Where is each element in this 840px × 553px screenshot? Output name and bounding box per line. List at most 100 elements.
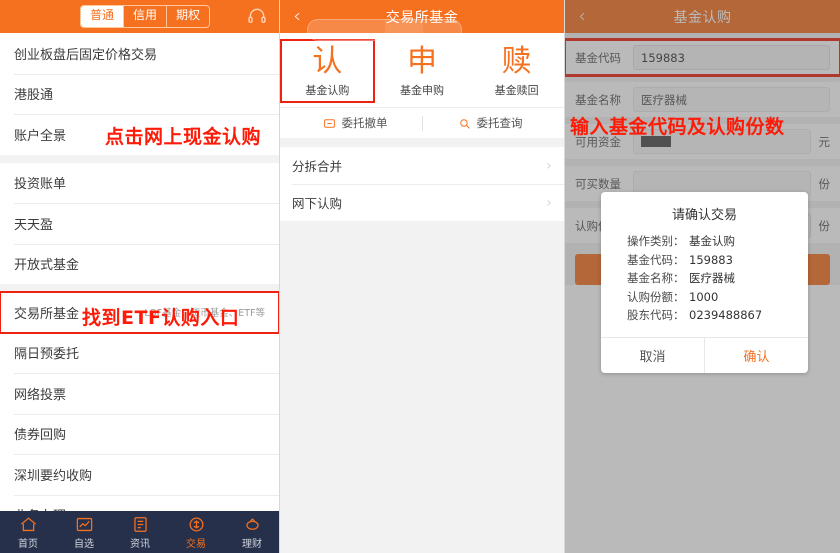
- dialog-title: 请确认交易: [671, 208, 737, 223]
- menu-item-label: 创业板盘后固定价格交易: [14, 47, 158, 63]
- menu-item-label: 天天盈: [14, 217, 54, 233]
- menu-item-label: 网络投票: [14, 387, 67, 403]
- link-label: 委托查询: [476, 116, 523, 130]
- list-group-separator: [280, 138, 564, 147]
- dialog-row-value: 医疗器械: [689, 271, 735, 285]
- row-split-merge[interactable]: 分拆合并 ›: [280, 147, 564, 184]
- dialog-row-value: 159883: [689, 252, 733, 267]
- menu-item-shenzhen-tender-offer[interactable]: 深圳要约收购: [0, 454, 279, 495]
- annotation-input-code: 输入基金代码及认购份数: [570, 116, 785, 138]
- row-offline-subscription[interactable]: 网下认购 ›: [280, 184, 564, 221]
- segment-options[interactable]: 期权: [167, 6, 209, 26]
- mid-panel-body: 分拆合并 › 网下认购 ›: [280, 138, 564, 553]
- chevron-right-icon: ›: [546, 157, 552, 174]
- tab-label: 交易: [186, 538, 206, 550]
- tab-fund-redemption[interactable]: 赎 基金赎回: [469, 39, 564, 103]
- trade-icon: [168, 515, 224, 534]
- mid-panel-exchange-fund: ‹ 交易所基金 认 基金认购 申 基金申购 赎 基金赎回 委托撤单 委托查询 分…: [280, 0, 565, 553]
- dialog-row-operation-type: 操作类别： 基金认购: [627, 232, 808, 251]
- menu-item-label: 港股通: [14, 88, 54, 104]
- tab-fund-purchase[interactable]: 申 基金申购: [375, 39, 470, 103]
- menu-item-online-voting[interactable]: 网络投票: [0, 373, 279, 414]
- chart-icon: [56, 515, 112, 534]
- right-panel-fund-subscription: ‹ 基金认购 基金代码 159883 基金名称 医疗器械 可用资金 元 可买数量: [565, 0, 840, 553]
- tab-label: 自选: [74, 538, 94, 550]
- mid-panel-header: ‹ 交易所基金: [280, 0, 564, 45]
- menu-item-label: 深圳要约收购: [14, 468, 93, 484]
- dialog-row-value: 1000: [689, 289, 719, 304]
- left-panel-header: 普通 信用 期权: [0, 0, 279, 33]
- dialog-row-key: 操作类别：: [627, 234, 685, 248]
- link-cancel-order[interactable]: 委托撤单: [322, 115, 388, 131]
- row-label: 网下认购: [292, 196, 343, 211]
- dialog-row-value: 0239488867: [689, 308, 763, 322]
- confirm-button[interactable]: 确认: [704, 337, 808, 373]
- row-label: 分拆合并: [292, 159, 343, 174]
- trade-menu-list: 创业板盘后固定价格交易 港股通 账户全景 投资账单 天天盈 开放式基金 交易所基…: [0, 33, 279, 553]
- home-icon: [0, 515, 56, 534]
- menu-item-open-end-fund[interactable]: 开放式基金: [0, 243, 279, 284]
- dialog-row-key: 股东代码：: [627, 308, 685, 322]
- news-icon: [112, 515, 168, 534]
- bottom-tab-bar: 首页 自选 资讯 交易 理财: [0, 511, 279, 553]
- menu-item-next-day-order[interactable]: 隔日预委托: [0, 332, 279, 373]
- order-shortcut-links: 委托撤单 委托查询: [280, 107, 564, 138]
- dialog-actions: 取消 确认: [601, 336, 808, 373]
- menu-item-tiantianying[interactable]: 天天盈: [0, 203, 279, 244]
- dialog-row-subscription-shares: 认购份额： 1000: [627, 288, 808, 307]
- tab-label: 首页: [18, 538, 38, 550]
- tab-wealth[interactable]: 理财: [224, 515, 279, 550]
- segment-credit[interactable]: 信用: [124, 6, 168, 27]
- screenshot-root: 普通 信用 期权 创业板盘后固定价格交易 港股通 账户全景 投资账单 天天盈 开…: [0, 0, 840, 553]
- link-label: 委托撤单: [341, 116, 388, 130]
- menu-item-label: 交易所基金: [14, 306, 80, 322]
- piggybank-icon: [224, 515, 279, 534]
- dialog-body: 操作类别： 基金认购 基金代码： 159883 基金名称： 医疗器械 认购份额：…: [601, 232, 808, 337]
- tab-caption: 基金认购: [305, 84, 350, 97]
- menu-item-label: 隔日预委托: [14, 347, 80, 363]
- tab-glyph: 认: [312, 44, 343, 79]
- tab-glyph: 赎: [501, 44, 532, 79]
- dialog-row-fund-code: 基金代码： 159883: [627, 251, 808, 270]
- dialog-row-value: 基金认购: [689, 234, 735, 248]
- tab-watchlist[interactable]: 自选: [56, 515, 112, 550]
- dialog-row-key: 认购份额：: [627, 289, 685, 304]
- menu-item-label: 投资账单: [14, 177, 67, 193]
- list-group-separator: [0, 284, 279, 292]
- tab-trade[interactable]: 交易: [168, 515, 224, 550]
- dialog-row-shareholder-code: 股东代码： 0239488867: [627, 306, 808, 325]
- left-panel-trade-menu: 普通 信用 期权 创业板盘后固定价格交易 港股通 账户全景 投资账单 天天盈 开…: [0, 0, 280, 553]
- tab-caption: 基金赎回: [494, 84, 539, 97]
- menu-item-label: 账户全景: [14, 128, 67, 144]
- segment-normal[interactable]: 普通: [81, 6, 125, 27]
- headset-icon[interactable]: [247, 6, 267, 26]
- list-group-separator: [0, 154, 279, 163]
- dialog-row-fund-name: 基金名称： 医疗器械: [627, 269, 808, 288]
- tab-fund-subscription[interactable]: 认 基金认购: [280, 39, 375, 103]
- menu-item-label: 债券回购: [14, 428, 67, 444]
- menu-item-label: 开放式基金: [14, 258, 80, 274]
- menu-item-investment-statement[interactable]: 投资账单: [0, 162, 279, 203]
- link-divider: [421, 115, 423, 131]
- search-order-icon: [457, 117, 472, 130]
- annotation-etf-entry: 找到ETF认购入口: [82, 307, 240, 329]
- chevron-right-icon: ›: [546, 194, 552, 211]
- account-type-segmented-control[interactable]: 普通 信用 期权: [80, 5, 211, 28]
- confirm-trade-dialog: 请确认交易 操作类别： 基金认购 基金代码： 159883 基金名称： 医疗器械…: [601, 192, 808, 373]
- link-query-order[interactable]: 委托查询: [457, 115, 523, 131]
- menu-item-chinext-after-hours[interactable]: 创业板盘后固定价格交易: [0, 33, 279, 74]
- annotation-cash-subscribe: 点击网上现金认购: [105, 126, 262, 148]
- cancel-button[interactable]: 取消: [601, 338, 704, 373]
- tab-caption: 基金申购: [400, 84, 444, 97]
- menu-item-hk-connect[interactable]: 港股通: [0, 73, 279, 114]
- dialog-row-key: 基金名称：: [627, 271, 685, 285]
- tab-glyph: 申: [407, 44, 437, 79]
- header-overlay-artifact: [307, 19, 462, 41]
- cancel-order-icon: [322, 117, 337, 130]
- tab-home[interactable]: 首页: [0, 515, 56, 550]
- dialog-row-key: 基金代码：: [627, 252, 685, 267]
- tab-label: 理财: [242, 538, 262, 550]
- menu-item-bond-repo[interactable]: 债券回购: [0, 413, 279, 454]
- tab-label: 资讯: [130, 538, 150, 550]
- tab-news[interactable]: 资讯: [112, 515, 168, 550]
